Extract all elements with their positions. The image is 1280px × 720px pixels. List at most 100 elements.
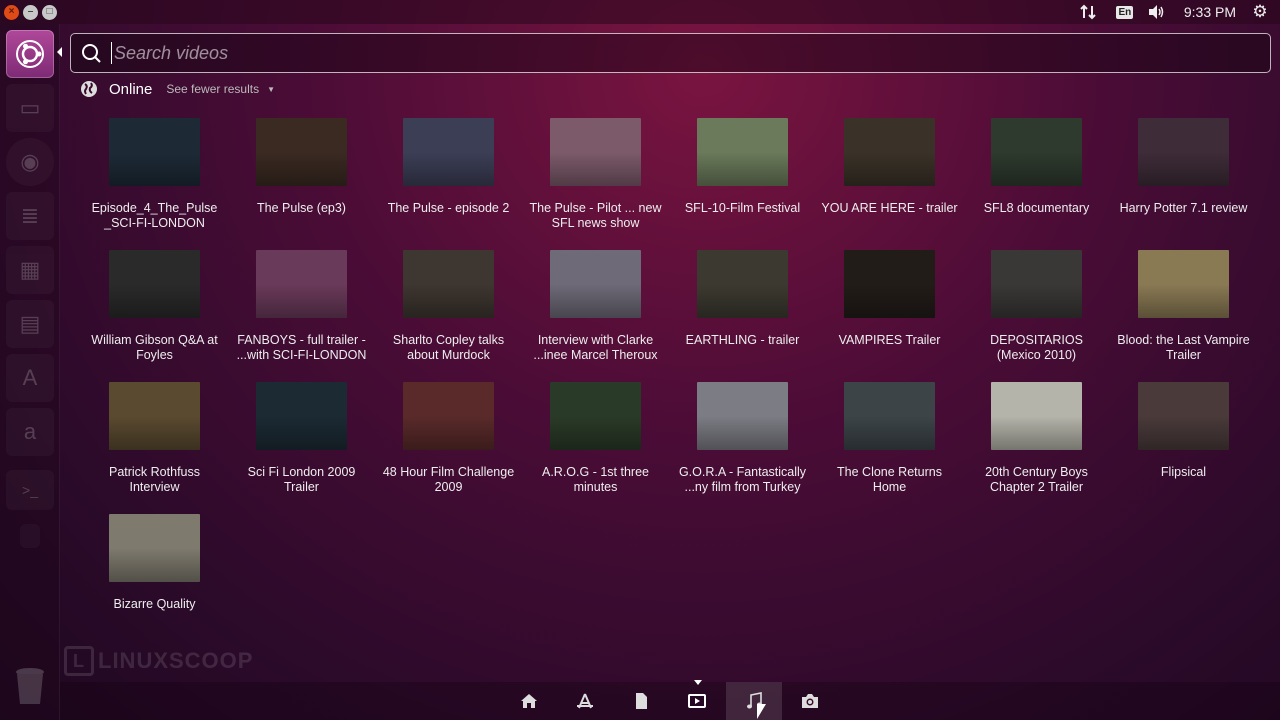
result-item[interactable]: Bizarre Quality — [81, 513, 228, 645]
result-item[interactable]: FANBOYS - full trailer - ...with SCI-FI-… — [228, 249, 375, 381]
calc-icon[interactable]: ▦ — [6, 246, 54, 294]
result-item[interactable]: DEPOSITARIOS (Mexico 2010) — [963, 249, 1110, 381]
result-label: Sci Fi London 2009 Trailer — [247, 465, 356, 494]
result-label: SFL-10-Film Festival — [684, 201, 801, 215]
result-item[interactable]: William Gibson Q&A at Foyles — [81, 249, 228, 381]
result-label: The Pulse (ep3) — [257, 201, 346, 215]
impress-icon[interactable]: ▤ — [6, 300, 54, 348]
maximize-icon[interactable]: □ — [42, 4, 57, 20]
trash-icon[interactable] — [12, 666, 48, 706]
network-icon[interactable] — [1070, 0, 1106, 24]
video-thumbnail[interactable] — [844, 382, 935, 450]
globe-icon — [81, 81, 97, 97]
video-thumbnail[interactable] — [109, 382, 200, 450]
result-label: EARTHLING - trailer — [685, 333, 800, 347]
result-label: Harry Potter 7.1 review — [1119, 201, 1248, 215]
video-thumbnail[interactable] — [256, 250, 347, 318]
apps-lens-icon[interactable] — [557, 682, 613, 720]
result-label: 20th Century Boys Chapter 2 Trailer — [985, 465, 1088, 494]
result-item[interactable]: Interview with Clarke ...inee Marcel The… — [522, 249, 669, 381]
video-thumbnail[interactable] — [403, 382, 494, 450]
window-controls: × – □ — [4, 4, 57, 20]
result-item[interactable]: Sharlto Copley talks about Murdock — [375, 249, 522, 381]
result-item[interactable]: A.R.O.G - 1st three minutes — [522, 381, 669, 513]
video-thumbnail[interactable] — [403, 118, 494, 186]
result-item[interactable]: 48 Hour Film Challenge 2009 — [375, 381, 522, 513]
see-fewer-results-label: See fewer results — [166, 82, 260, 96]
video-thumbnail[interactable] — [256, 382, 347, 450]
result-label: Patrick Rothfuss Interview — [108, 465, 200, 494]
result-item[interactable]: SFL-10-Film Festival — [669, 117, 816, 249]
result-label: A.R.O.G - 1st three minutes — [542, 465, 649, 494]
search-input[interactable] — [111, 42, 1270, 64]
category-title: Online — [109, 80, 153, 98]
video-thumbnail[interactable] — [109, 118, 200, 186]
result-item[interactable]: SFL8 documentary — [963, 117, 1110, 249]
video-thumbnail[interactable] — [550, 250, 641, 318]
video-thumbnail[interactable] — [109, 250, 200, 318]
result-item[interactable]: The Clone Returns Home — [816, 381, 963, 513]
gear-icon[interactable]: ⚙ — [1248, 0, 1272, 24]
result-item[interactable]: YOU ARE HERE - trailer — [816, 117, 963, 249]
terminal-icon[interactable]: >_ — [6, 470, 54, 510]
result-item[interactable]: Blood: the Last Vampire Trailer — [1110, 249, 1257, 381]
clock[interactable]: 9:33 PM — [1170, 0, 1248, 24]
result-item[interactable]: EARTHLING - trailer — [669, 249, 816, 381]
result-label: Flipsical — [1160, 465, 1207, 479]
software-center-icon[interactable]: A — [6, 354, 54, 402]
video-thumbnail[interactable] — [844, 118, 935, 186]
video-thumbnail[interactable] — [991, 250, 1082, 318]
result-label: 48 Hour Film Challenge 2009 — [382, 465, 515, 494]
result-item[interactable]: Sci Fi London 2009 Trailer — [228, 381, 375, 513]
ubuntu-logo-icon[interactable] — [6, 30, 54, 78]
result-label: Interview with Clarke ...inee Marcel The… — [533, 333, 658, 362]
result-item[interactable]: Flipsical — [1110, 381, 1257, 513]
result-item[interactable]: The Pulse (ep3) — [228, 117, 375, 249]
video-thumbnail[interactable] — [991, 382, 1082, 450]
home-lens-icon[interactable] — [501, 682, 557, 720]
files-lens-icon[interactable] — [613, 682, 669, 720]
video-thumbnail[interactable] — [1138, 382, 1229, 450]
close-icon[interactable]: × — [4, 4, 19, 20]
photo-lens-icon[interactable] — [782, 682, 838, 720]
result-item[interactable]: The Pulse - Pilot ... new SFL news show — [522, 117, 669, 249]
minimize-icon[interactable]: – — [23, 4, 38, 20]
video-thumbnail[interactable] — [1138, 118, 1229, 186]
app-icon[interactable] — [20, 524, 40, 548]
result-item[interactable]: Harry Potter 7.1 review — [1110, 117, 1257, 249]
result-label: The Pulse - Pilot ... new SFL news show — [529, 201, 662, 230]
video-thumbnail[interactable] — [550, 382, 641, 450]
keyboard-icon[interactable]: En — [1114, 0, 1136, 24]
result-item[interactable]: The Pulse - episode 2 — [375, 117, 522, 249]
result-item[interactable]: VAMPIRES Trailer — [816, 249, 963, 381]
video-thumbnail[interactable] — [991, 118, 1082, 186]
amazon-icon[interactable]: a — [6, 408, 54, 456]
keyboard-layout-label: En — [1116, 5, 1134, 19]
video-thumbnail[interactable] — [256, 118, 347, 186]
result-label: VAMPIRES Trailer — [838, 333, 941, 347]
video-thumbnail[interactable] — [844, 250, 935, 318]
search-bar[interactable] — [70, 33, 1271, 73]
files-icon[interactable]: ▭ — [6, 84, 54, 132]
result-item[interactable]: Episode_4_The_Pulse _SCI-FI-LONDON — [81, 117, 228, 249]
volume-icon[interactable] — [1144, 0, 1170, 24]
results-grid: Episode_4_The_Pulse _SCI-FI-LONDON The Pu… — [81, 117, 1257, 645]
video-thumbnail[interactable] — [109, 514, 200, 582]
see-fewer-results-link[interactable]: See fewer results ▼ — [166, 82, 275, 96]
music-lens-icon[interactable] — [726, 682, 782, 720]
result-item[interactable]: G.O.R.A - Fantastically ...ny film from … — [669, 381, 816, 513]
watermark-logo-icon: L — [64, 646, 94, 676]
writer-icon[interactable]: ≣ — [6, 192, 54, 240]
video-thumbnail[interactable] — [1138, 250, 1229, 318]
video-thumbnail[interactable] — [697, 118, 788, 186]
video-thumbnail[interactable] — [697, 382, 788, 450]
browser-icon[interactable]: ◉ — [6, 138, 54, 186]
video-thumbnail[interactable] — [403, 250, 494, 318]
video-lens-icon[interactable] — [669, 682, 725, 720]
result-item[interactable]: 20th Century Boys Chapter 2 Trailer — [963, 381, 1110, 513]
video-thumbnail[interactable] — [550, 118, 641, 186]
video-thumbnail[interactable] — [697, 250, 788, 318]
result-label: Episode_4_The_Pulse _SCI-FI-LONDON — [91, 201, 218, 230]
result-item[interactable]: Patrick Rothfuss Interview — [81, 381, 228, 513]
result-label: SFL8 documentary — [983, 201, 1090, 215]
